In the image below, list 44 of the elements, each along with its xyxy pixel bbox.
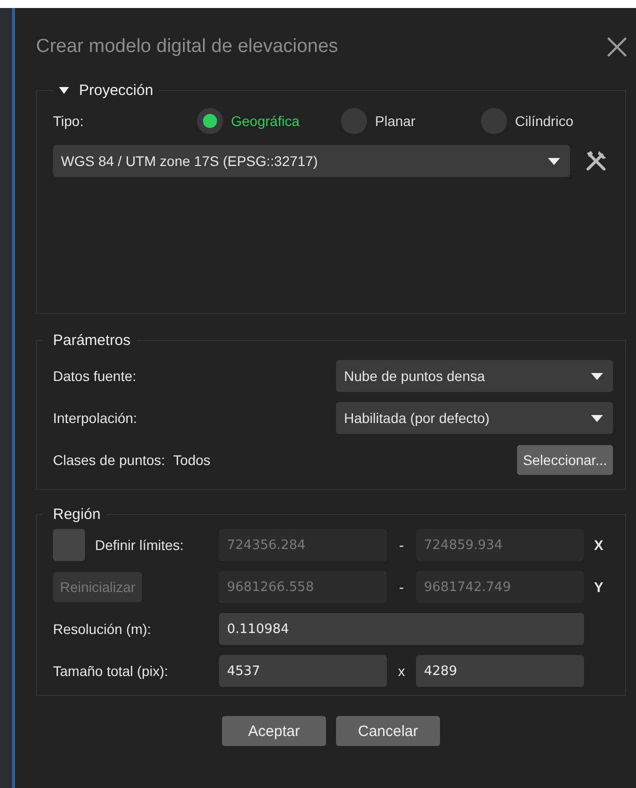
radio-label: Cilíndrico: [515, 113, 574, 129]
dropdown[interactable]: Habilitada (por defecto): [336, 402, 613, 434]
tools-icon[interactable]: [584, 149, 608, 173]
radio-option[interactable]: Planar: [341, 108, 481, 134]
close-icon: [606, 36, 628, 58]
caret-icon: [548, 158, 560, 164]
window-title: Crear modelo digital de elevaciones: [36, 36, 338, 58]
input-field[interactable]: 0.110984: [219, 613, 584, 645]
caret-icon: [591, 372, 603, 380]
radio-label: Planar: [375, 113, 416, 129]
size-separator: x: [397, 663, 406, 679]
close-button[interactable]: [606, 36, 628, 58]
type-label: Tipo:: [53, 113, 85, 129]
input-field[interactable]: 4537: [219, 655, 387, 687]
field-label: Clases de puntos:: [53, 452, 166, 468]
accept-button[interactable]: Aceptar: [222, 716, 326, 746]
field-label: Interpolación:: [53, 410, 138, 426]
caret-icon: [591, 414, 603, 422]
projection-dropdown[interactable]: WGS 84 / UTM zone 17S (EPSG::32717): [53, 145, 570, 177]
field-label: Tamaño total (pix):: [53, 663, 170, 679]
radio-button[interactable]: [481, 108, 507, 134]
checkbox-label: Definir límites:: [95, 537, 184, 553]
select-button[interactable]: Seleccionar...: [516, 445, 613, 475]
axis-label: Y: [593, 579, 604, 595]
range-separator: -: [398, 579, 405, 595]
radio-option[interactable]: Geográfica: [197, 108, 341, 134]
field-value: Todos: [173, 452, 210, 468]
radio-label: Geográfica: [231, 113, 300, 129]
dropdown[interactable]: Nube de puntos densa: [336, 360, 613, 392]
field-label: Resolución (m):: [53, 621, 152, 637]
group-title: Proyección: [79, 82, 154, 99]
axis-label: X: [593, 537, 604, 553]
input-field[interactable]: 4289: [416, 655, 584, 687]
radio-option[interactable]: Cilíndrico: [481, 108, 574, 134]
checkbox[interactable]: [53, 529, 85, 561]
radio-button[interactable]: [341, 108, 367, 134]
cancel-button[interactable]: Cancelar: [336, 716, 440, 746]
radio-button[interactable]: [197, 108, 223, 134]
group-title: Región: [52, 506, 102, 523]
field-label: Datos fuente:: [53, 368, 136, 384]
triangle-icon: [59, 86, 69, 94]
group-title: Parámetros: [52, 332, 132, 349]
range-separator: -: [398, 537, 405, 553]
collapse-toggle[interactable]: [59, 86, 69, 94]
